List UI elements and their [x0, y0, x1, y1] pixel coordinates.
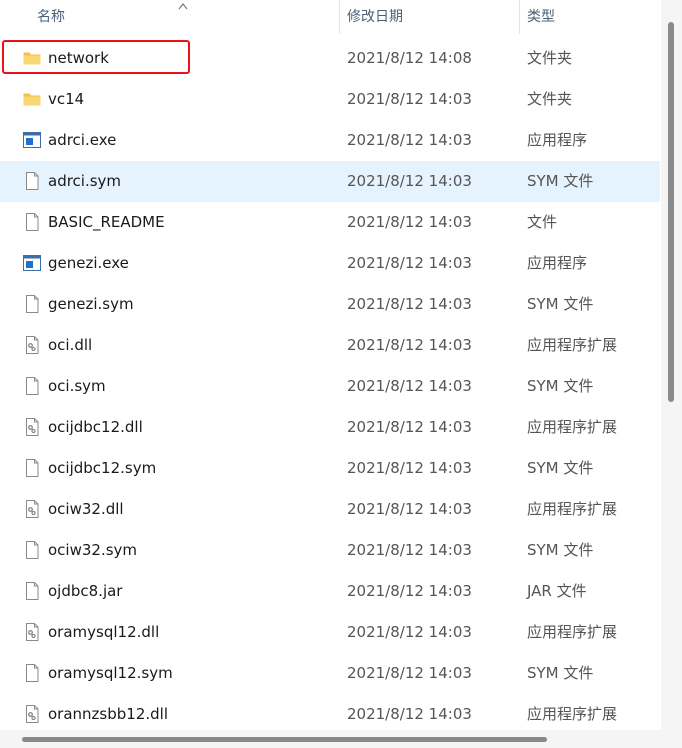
file-row[interactable]: ocijdbc12.dll 2021/8/12 14:03 应用程序扩展 [0, 407, 660, 448]
dll-icon [22, 622, 42, 642]
dll-icon [22, 417, 42, 437]
file-icon [22, 581, 42, 601]
file-name: ocijdbc12.sym [48, 459, 157, 477]
horizontal-scrollbar[interactable] [0, 730, 661, 748]
file-row[interactable]: ocijdbc12.sym 2021/8/12 14:03 SYM 文件 [0, 448, 660, 489]
type-column-header[interactable]: 类型 [527, 0, 555, 34]
file-row[interactable]: oramysql12.dll 2021/8/12 14:03 应用程序扩展 [0, 612, 660, 653]
file-type: 应用程序扩展 [527, 623, 618, 641]
file-modified-date: 2021/8/12 14:03 [347, 90, 472, 108]
file-modified-date: 2021/8/12 14:03 [347, 459, 472, 477]
file-row[interactable]: vc14 2021/8/12 14:03 文件夹 [0, 79, 660, 120]
file-icon [22, 294, 42, 314]
folder-icon [22, 48, 42, 68]
horizontal-scrollbar-thumb[interactable] [22, 737, 547, 742]
file-name: oramysql12.dll [48, 623, 160, 641]
file-icon [22, 458, 42, 478]
file-type: SYM 文件 [527, 459, 594, 477]
file-type: 应用程序 [527, 131, 588, 149]
file-row[interactable]: oci.dll 2021/8/12 14:03 应用程序扩展 [0, 325, 660, 366]
file-type: 文件夹 [527, 49, 573, 67]
file-type: SYM 文件 [527, 377, 594, 395]
file-icon [22, 376, 42, 396]
file-name: oramysql12.sym [48, 664, 173, 682]
file-modified-date: 2021/8/12 14:03 [347, 254, 472, 272]
file-row[interactable]: ociw32.sym 2021/8/12 14:03 SYM 文件 [0, 530, 660, 571]
file-name: ojdbc8.jar [48, 582, 123, 600]
file-modified-date: 2021/8/12 14:03 [347, 213, 472, 231]
file-name: ociw32.sym [48, 541, 138, 559]
file-modified-date: 2021/8/12 14:03 [347, 377, 472, 395]
file-modified-date: 2021/8/12 14:03 [347, 295, 472, 313]
file-modified-date: 2021/8/12 14:03 [347, 131, 472, 149]
file-icon [22, 663, 42, 683]
file-row[interactable]: orannzsbb12.dll 2021/8/12 14:03 应用程序扩展 [0, 694, 660, 735]
file-type: SYM 文件 [527, 172, 594, 190]
file-name: genezi.exe [48, 254, 129, 272]
file-modified-date: 2021/8/12 14:03 [347, 336, 472, 354]
file-row[interactable]: adrci.sym 2021/8/12 14:03 SYM 文件 [0, 161, 660, 202]
file-type: SYM 文件 [527, 664, 594, 682]
file-name: adrci.exe [48, 131, 117, 149]
folder-icon [22, 89, 42, 109]
file-type: 应用程序扩展 [527, 418, 618, 436]
file-modified-date: 2021/8/12 14:03 [347, 623, 472, 641]
column-divider[interactable] [339, 0, 340, 34]
file-row[interactable]: genezi.exe 2021/8/12 14:03 应用程序 [0, 243, 660, 284]
file-modified-date: 2021/8/12 14:03 [347, 705, 472, 723]
name-column-header[interactable]: 名称 [37, 0, 65, 34]
file-name: network [48, 49, 109, 67]
file-type: JAR 文件 [527, 582, 587, 600]
sort-ascending-icon [178, 3, 188, 10]
file-name: BASIC_README [48, 213, 165, 231]
file-type: 文件夹 [527, 90, 573, 108]
exe-icon [22, 253, 42, 273]
file-type: 应用程序扩展 [527, 336, 618, 354]
file-name: oci.dll [48, 336, 93, 354]
vertical-scrollbar-thumb[interactable] [668, 22, 674, 402]
file-type: SYM 文件 [527, 295, 594, 313]
file-type: 应用程序 [527, 254, 588, 272]
file-type: 文件 [527, 213, 558, 231]
dll-icon [22, 499, 42, 519]
file-name: ocijdbc12.dll [48, 418, 143, 436]
file-row[interactable]: genezi.sym 2021/8/12 14:03 SYM 文件 [0, 284, 660, 325]
date-column-header[interactable]: 修改日期 [347, 0, 403, 34]
exe-icon [22, 130, 42, 150]
file-icon [22, 212, 42, 232]
file-type: SYM 文件 [527, 541, 594, 559]
file-name: vc14 [48, 90, 85, 108]
column-header-bar: 名称 修改日期 类型 [0, 0, 660, 34]
file-type: 应用程序扩展 [527, 500, 618, 518]
file-row[interactable]: ojdbc8.jar 2021/8/12 14:03 JAR 文件 [0, 571, 660, 612]
file-row[interactable]: adrci.exe 2021/8/12 14:03 应用程序 [0, 120, 660, 161]
file-modified-date: 2021/8/12 14:03 [347, 541, 472, 559]
column-divider[interactable] [519, 0, 520, 34]
file-name: genezi.sym [48, 295, 134, 313]
file-modified-date: 2021/8/12 14:03 [347, 172, 472, 190]
file-row[interactable]: oramysql12.sym 2021/8/12 14:03 SYM 文件 [0, 653, 660, 694]
file-name: orannzsbb12.dll [48, 705, 168, 723]
file-icon [22, 171, 42, 191]
dll-icon [22, 335, 42, 355]
file-modified-date: 2021/8/12 14:03 [347, 418, 472, 436]
file-name: ociw32.dll [48, 500, 124, 518]
file-name: adrci.sym [48, 172, 122, 190]
file-modified-date: 2021/8/12 14:08 [347, 49, 472, 67]
file-row[interactable]: oci.sym 2021/8/12 14:03 SYM 文件 [0, 366, 660, 407]
file-row[interactable]: ociw32.dll 2021/8/12 14:03 应用程序扩展 [0, 489, 660, 530]
file-icon [22, 540, 42, 560]
file-row[interactable]: network 2021/8/12 14:08 文件夹 [0, 38, 660, 79]
file-name: oci.sym [48, 377, 106, 395]
file-row[interactable]: BASIC_README 2021/8/12 14:03 文件 [0, 202, 660, 243]
file-type: 应用程序扩展 [527, 705, 618, 723]
vertical-scrollbar[interactable] [661, 0, 682, 748]
file-modified-date: 2021/8/12 14:03 [347, 582, 472, 600]
dll-icon [22, 704, 42, 724]
file-modified-date: 2021/8/12 14:03 [347, 664, 472, 682]
file-modified-date: 2021/8/12 14:03 [347, 500, 472, 518]
